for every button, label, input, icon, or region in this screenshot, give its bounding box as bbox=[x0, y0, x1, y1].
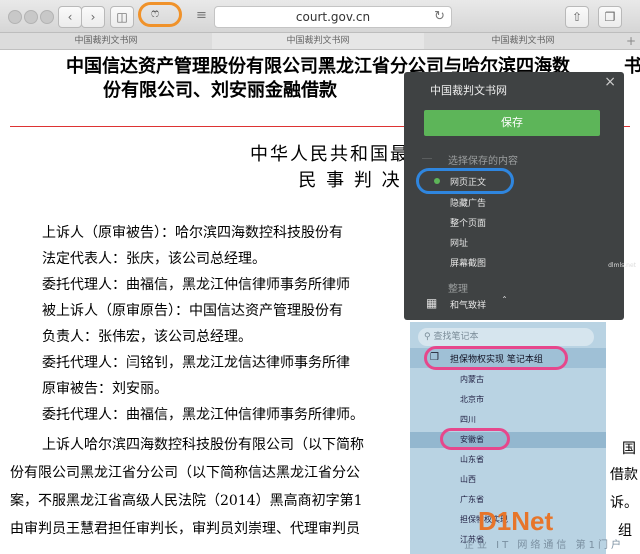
tab-2[interactable]: 中国裁判文书网 bbox=[212, 33, 424, 49]
doc-right-fragment: 国 bbox=[622, 441, 636, 457]
share-button[interactable]: ⇧ bbox=[565, 6, 589, 28]
d1net-logo: D1Net bbox=[478, 506, 554, 536]
extension-highlight-annotation bbox=[138, 2, 182, 27]
tab-bar: 中国裁判文书网 中国裁判文书网 中国裁判文书网 + bbox=[0, 33, 640, 50]
tabs-overview-button[interactable]: ❐ bbox=[598, 6, 622, 28]
notebook-item[interactable]: 山东省 bbox=[460, 454, 484, 465]
address-text: court.gov.cn bbox=[295, 10, 371, 24]
address-bar[interactable]: court.gov.cn ↻ bbox=[214, 6, 452, 28]
notebook-item[interactable]: 北京市 bbox=[460, 394, 484, 405]
doc-paragraph: 上诉人（原审被告）：哈尔滨四海数控科技股份有 bbox=[42, 225, 343, 241]
tabs-icon: ❐ bbox=[604, 10, 616, 24]
sidebar-button[interactable]: ◫ bbox=[110, 6, 134, 28]
clipper-title: 中国裁判文书网 bbox=[430, 84, 507, 97]
notebook-stack-annotation bbox=[424, 346, 568, 370]
new-tab-button[interactable]: + bbox=[626, 33, 636, 49]
doc-paragraph: 法定代表人：张庆，该公司总经理。 bbox=[42, 251, 266, 267]
clip-option-screenshot[interactable]: 屏幕截图 bbox=[450, 256, 486, 269]
notebook-item[interactable]: 广东省 bbox=[460, 494, 484, 505]
clip-option-full-page[interactable]: 整个页面 bbox=[450, 216, 486, 229]
chevron-up-icon[interactable]: ˆ bbox=[502, 296, 507, 307]
notebook-item[interactable]: 四川 bbox=[460, 414, 476, 425]
article-option-annotation bbox=[416, 168, 514, 194]
notebook-item[interactable]: 内蒙古 bbox=[460, 374, 484, 385]
tab-1[interactable]: 中国裁判文书网 bbox=[0, 33, 212, 49]
notebook-icon: ▦ bbox=[426, 296, 438, 310]
doc-paragraph: 被上诉人（原审原告）：中国信达资产管理股份有 bbox=[42, 303, 343, 319]
close-icon[interactable]: × bbox=[604, 74, 616, 90]
doc-paragraph: 负责人：张伟宏，该公司总经理。 bbox=[42, 329, 252, 345]
save-button[interactable]: 保存 bbox=[424, 110, 600, 136]
d1net-logo-subtitle: 企业 IT 网络通信 第1门户 bbox=[464, 540, 624, 551]
chevron-left-icon: ‹ bbox=[67, 10, 73, 24]
minimize-window-button[interactable] bbox=[24, 10, 38, 24]
forward-button[interactable]: › bbox=[81, 6, 105, 28]
clip-option-hide-ads[interactable]: 隐藏广告 bbox=[450, 196, 486, 209]
doc-title-right-fragment: 书 bbox=[624, 56, 640, 77]
doc-paragraph: 由审判员王慧君担任审判长，审判员刘崇理、代理审判员 bbox=[10, 521, 360, 537]
doc-paragraph: 委托代理人：曲福信，黑龙江仲信律师事务所律师。 bbox=[42, 407, 364, 423]
section-divider bbox=[422, 158, 432, 159]
watermark-text: dlmls.net bbox=[608, 262, 636, 269]
section-label-content: 选择保存的内容 bbox=[448, 156, 518, 167]
doc-paragraph: 份有限公司黑龙江省分公司（以下简称信达黑龙江省分公 bbox=[10, 465, 360, 481]
search-placeholder: 查找笔记本 bbox=[433, 332, 479, 342]
back-button[interactable]: ‹ bbox=[58, 6, 82, 28]
tab-3[interactable]: 中国裁判文书网 bbox=[424, 33, 622, 49]
zoom-window-button[interactable] bbox=[40, 10, 54, 24]
anhui-notebook-annotation bbox=[440, 428, 510, 450]
notebook-search-input[interactable]: ⚲ 查找笔记本 bbox=[418, 328, 594, 346]
doc-right-fragment: 借款 bbox=[610, 467, 638, 483]
browser-toolbar: ‹ › ◫ ෆ ≡ court.gov.cn ↻ ⇧ ❐ bbox=[0, 0, 640, 33]
search-icon: ⚲ bbox=[424, 332, 431, 342]
doc-paragraph: 委托代理人：曲福信，黑龙江仲信律师事务所律师 bbox=[42, 277, 350, 293]
clip-option-url[interactable]: 网址 bbox=[450, 236, 468, 249]
notebook-item[interactable]: 山西 bbox=[460, 474, 476, 485]
doc-paragraph: 上诉人哈尔滨四海数控科技股份有限公司（以下简称 bbox=[42, 437, 364, 453]
close-window-button[interactable] bbox=[8, 10, 22, 24]
doc-right-fragment: 诉。 bbox=[610, 495, 638, 511]
share-icon: ⇧ bbox=[571, 10, 583, 24]
reload-icon[interactable]: ↻ bbox=[434, 7, 445, 27]
doc-paragraph: 原审被告：刘安丽。 bbox=[42, 381, 168, 397]
section-label-organize: 整理 bbox=[448, 284, 468, 295]
reader-icon[interactable]: ≡ bbox=[196, 8, 207, 23]
chevron-right-icon: › bbox=[90, 10, 96, 24]
doc-paragraph: 案，不服黑龙江省高级人民法院（2014）黑高商初字第1 bbox=[10, 493, 363, 509]
doc-paragraph: 委托代理人：闫铭钊，黑龙江龙信达律师事务所律 bbox=[42, 355, 350, 371]
sidebar-icon: ◫ bbox=[116, 10, 128, 24]
notebook-selector[interactable]: 和气致祥 bbox=[450, 298, 486, 311]
web-clipper-panel: × 中国裁判文书网 保存 选择保存的内容 网页正文 隐藏广告 整个页面 网址 屏… bbox=[404, 72, 624, 320]
